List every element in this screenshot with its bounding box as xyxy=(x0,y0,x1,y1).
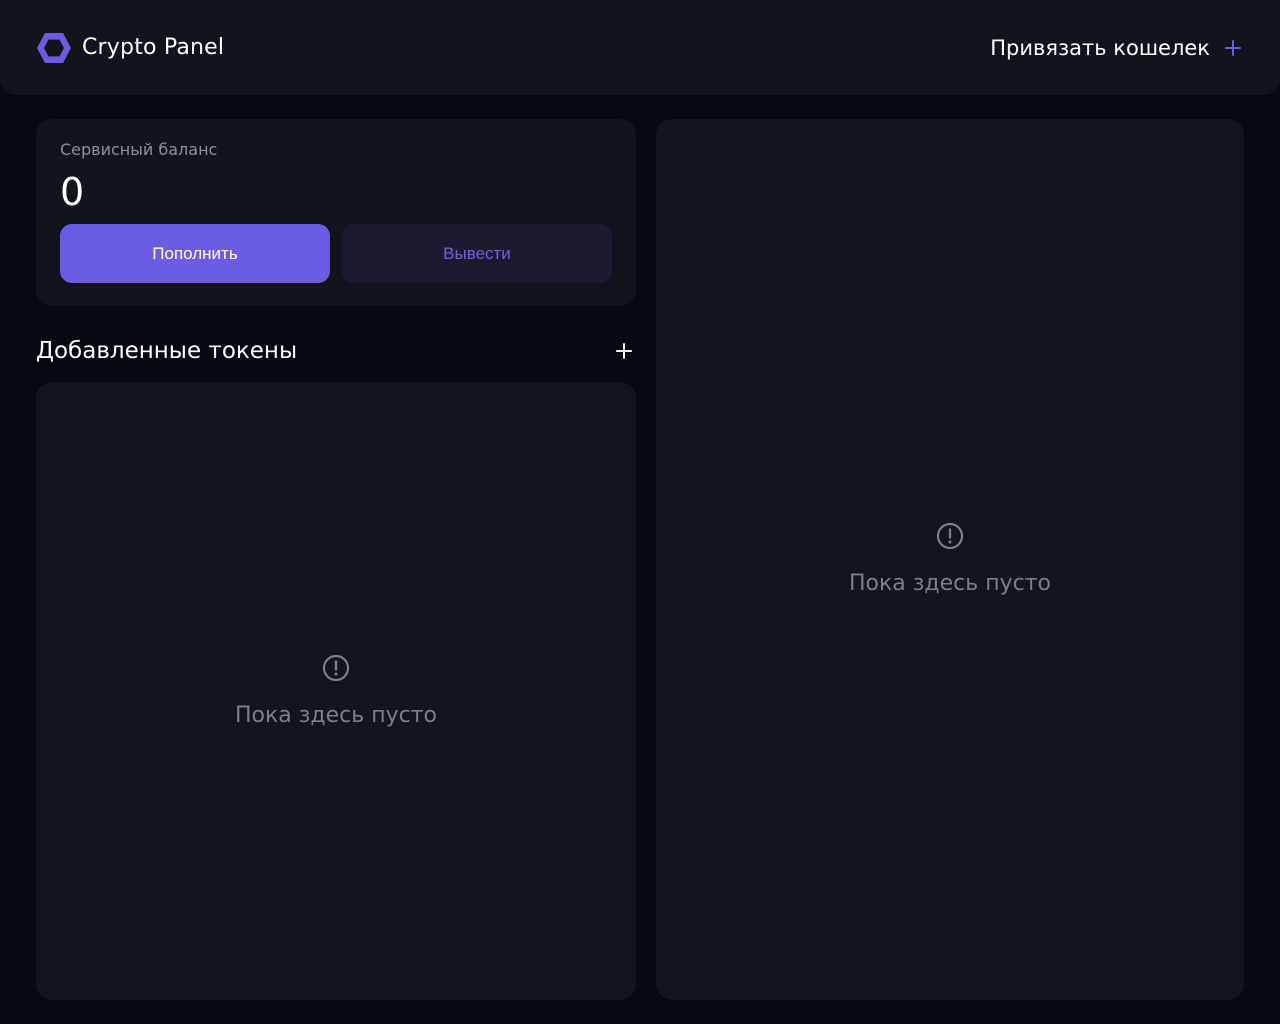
added-tokens-title: Добавленные токены xyxy=(36,338,298,364)
tokens-panel: Пока здесь пусто xyxy=(36,382,636,1000)
right-panel-empty-state: Пока здесь пусто xyxy=(656,521,1244,596)
deposit-button[interactable]: Пополнить xyxy=(60,224,330,283)
add-token-plus-icon[interactable] xyxy=(614,341,634,361)
alert-circle-icon xyxy=(936,522,964,550)
connect-wallet-button[interactable]: Привязать кошелек xyxy=(990,31,1242,65)
app-title: Crypto Panel xyxy=(82,35,225,60)
service-balance-card: Сервисный баланс 0 Пополнить Вывести xyxy=(36,119,636,306)
tokens-empty-text: Пока здесь пусто xyxy=(234,703,438,728)
alert-circle-icon xyxy=(322,654,350,682)
balance-value: 0 xyxy=(60,170,85,214)
withdraw-button[interactable]: Вывести xyxy=(342,224,612,283)
top-header: Crypto Panel Привязать кошелек xyxy=(0,0,1280,95)
right-panel-empty-text: Пока здесь пусто xyxy=(848,571,1052,596)
tokens-empty-state: Пока здесь пусто xyxy=(36,653,636,728)
right-panel: Пока здесь пусто xyxy=(656,119,1244,1000)
hexagon-logo-icon xyxy=(37,33,71,63)
balance-label: Сервисный баланс xyxy=(60,140,218,159)
connect-wallet-label: Привязать кошелек xyxy=(990,36,1210,60)
plus-icon xyxy=(1225,40,1241,56)
logo[interactable]: Crypto Panel xyxy=(36,31,224,65)
